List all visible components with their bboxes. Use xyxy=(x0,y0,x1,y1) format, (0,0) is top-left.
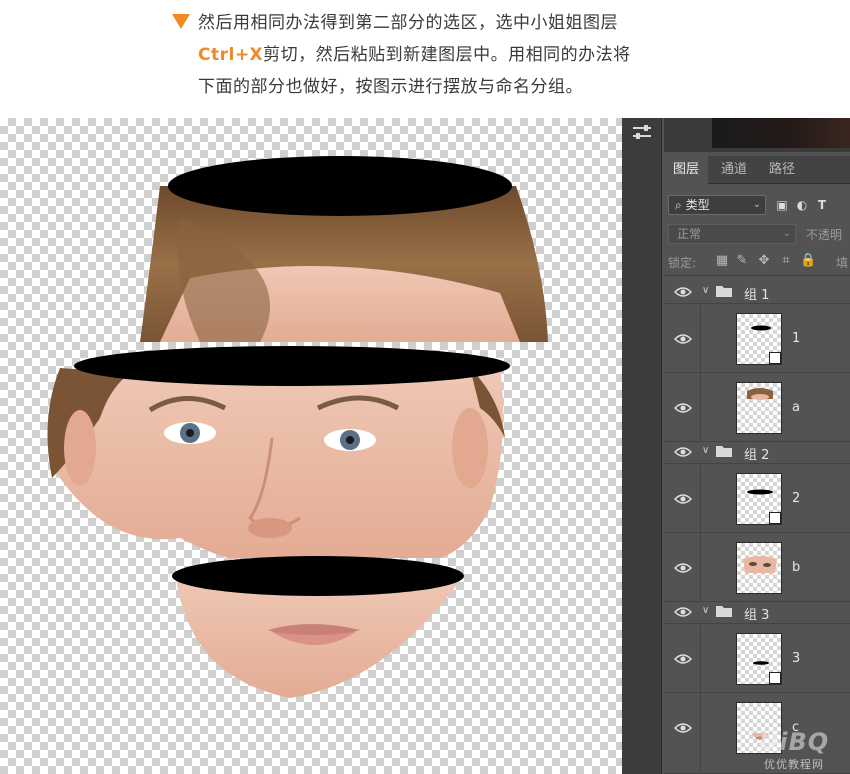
lock-label: 锁定: xyxy=(668,256,697,270)
slice-top xyxy=(140,156,548,342)
layer-thumbnail xyxy=(736,473,782,525)
watermark-logo: UiBQ xyxy=(758,728,830,756)
divider xyxy=(664,275,850,276)
slice-bottom xyxy=(172,556,464,698)
layer-thumbnail xyxy=(736,633,782,685)
layer-name: 3 xyxy=(792,651,801,666)
lock-all-icon[interactable]: 🔒 xyxy=(800,253,816,269)
smart-object-icon xyxy=(769,512,781,524)
layer-row[interactable]: a xyxy=(664,374,850,442)
layer-group-3[interactable]: ∨ 组 3 xyxy=(664,600,850,624)
divider xyxy=(700,305,701,372)
eye-icon[interactable] xyxy=(674,493,692,505)
tab-channels[interactable]: 通道 xyxy=(712,156,756,184)
lock-transparent-icon[interactable]: ▦ xyxy=(714,253,730,269)
blend-mode-value: 正常 xyxy=(677,227,702,241)
layers-main: 图层 通道 路径 ⌕ 类型 ⌄ ▣ ◐ T 正常 ⌄ 不透明 锁定: ▦ ✎ ✥… xyxy=(664,118,850,774)
divider xyxy=(700,534,701,601)
properties-sliders-icon[interactable] xyxy=(632,124,652,140)
instruction-text: 然后用相同办法得到第二部分的选区，选中小姐姐图层 Ctrl+X剪切，然后粘贴到新… xyxy=(0,0,850,118)
folder-icon xyxy=(716,446,732,457)
type-filter-icon[interactable]: T xyxy=(814,197,830,213)
filter-label: 类型 xyxy=(685,198,710,212)
slice-middle xyxy=(47,346,510,559)
divider xyxy=(700,465,701,532)
sliced-face-artwork xyxy=(47,156,548,698)
chevron-down-icon[interactable]: ∨ xyxy=(702,605,709,616)
layer-name: a xyxy=(792,400,800,415)
eye-icon[interactable] xyxy=(674,653,692,665)
group-name: 组 1 xyxy=(744,288,770,303)
layer-thumbnail xyxy=(736,313,782,365)
instruction-line-2-rest: 剪切，然后粘贴到新建图层中。用相同的办法将 xyxy=(263,45,631,65)
eye-icon[interactable] xyxy=(674,722,692,734)
layer-thumbnail xyxy=(736,382,782,434)
adjustment-filter-icon[interactable]: ◐ xyxy=(794,197,810,213)
triangle-bullet-icon xyxy=(172,14,190,29)
shortcut-highlight: Ctrl+X xyxy=(198,45,264,65)
folder-icon xyxy=(716,606,732,617)
chevron-down-icon[interactable]: ∨ xyxy=(702,285,709,296)
eye-icon[interactable] xyxy=(674,333,692,345)
lock-artboard-icon[interactable]: ⌗ xyxy=(778,253,794,269)
site-watermark: UiBQ 优优教程网 xyxy=(740,728,848,772)
smart-object-icon xyxy=(769,672,781,684)
search-icon: ⌕ xyxy=(675,198,682,212)
layer-group-2[interactable]: ∨ 组 2 xyxy=(664,440,850,464)
document-canvas[interactable] xyxy=(0,118,622,774)
eye-icon[interactable] xyxy=(674,402,692,414)
layer-row[interactable]: 1 xyxy=(664,305,850,373)
tab-layers[interactable]: 图层 xyxy=(664,156,708,184)
group-name: 组 3 xyxy=(744,608,770,623)
divider xyxy=(700,625,701,692)
panel-top-bar xyxy=(664,118,850,152)
chevron-down-icon: ⌄ xyxy=(782,228,791,239)
layer-row[interactable]: 3 xyxy=(664,625,850,693)
fill-label: 填 xyxy=(836,256,849,270)
layer-row[interactable]: b xyxy=(664,534,850,602)
watermark-site-name: 优优教程网 xyxy=(764,758,824,771)
instruction-line-1: 然后用相同办法得到第二部分的选区，选中小姐姐图层 xyxy=(198,13,618,33)
layer-name: 1 xyxy=(792,331,801,346)
layer-filter-select[interactable]: ⌕ 类型 ⌄ xyxy=(668,195,766,215)
image-filter-icon[interactable]: ▣ xyxy=(774,197,790,213)
layer-group-1[interactable]: ∨ 组 1 xyxy=(664,280,850,304)
divider xyxy=(700,374,701,441)
panel-tabs: 图层 通道 路径 xyxy=(664,156,850,184)
layer-name: 2 xyxy=(792,491,801,506)
eye-icon[interactable] xyxy=(674,562,692,574)
instruction-line-2: Ctrl+X剪切，然后粘贴到新建图层中。用相同的办法将 xyxy=(198,40,631,65)
smart-object-icon xyxy=(769,352,781,364)
group-name: 组 2 xyxy=(744,448,770,463)
instruction-line-3: 下面的部分也做好，按图示进行摆放与命名分组。 xyxy=(198,77,583,97)
divider xyxy=(700,694,701,773)
layer-name: b xyxy=(792,560,801,575)
layer-thumbnail xyxy=(736,542,782,594)
folder-icon xyxy=(716,286,732,297)
eye-icon[interactable] xyxy=(674,286,692,298)
layer-row[interactable]: 2 xyxy=(664,465,850,533)
chevron-down-icon[interactable]: ∨ xyxy=(702,445,709,456)
lock-brush-icon[interactable]: ✎ xyxy=(734,253,750,269)
eye-icon[interactable] xyxy=(674,446,692,458)
lock-move-icon[interactable]: ✥ xyxy=(756,253,772,269)
layers-panel: 图层 通道 路径 ⌕ 类型 ⌄ ▣ ◐ T 正常 ⌄ 不透明 锁定: ▦ ✎ ✥… xyxy=(622,118,850,774)
chevron-down-icon: ⌄ xyxy=(752,199,761,210)
eye-icon[interactable] xyxy=(674,606,692,618)
blend-mode-select[interactable]: 正常 ⌄ xyxy=(668,224,796,244)
color-preview-strip xyxy=(712,118,850,148)
opacity-label: 不透明 xyxy=(806,228,843,242)
panel-tool-strip xyxy=(622,118,662,774)
tab-paths[interactable]: 路径 xyxy=(760,156,804,184)
